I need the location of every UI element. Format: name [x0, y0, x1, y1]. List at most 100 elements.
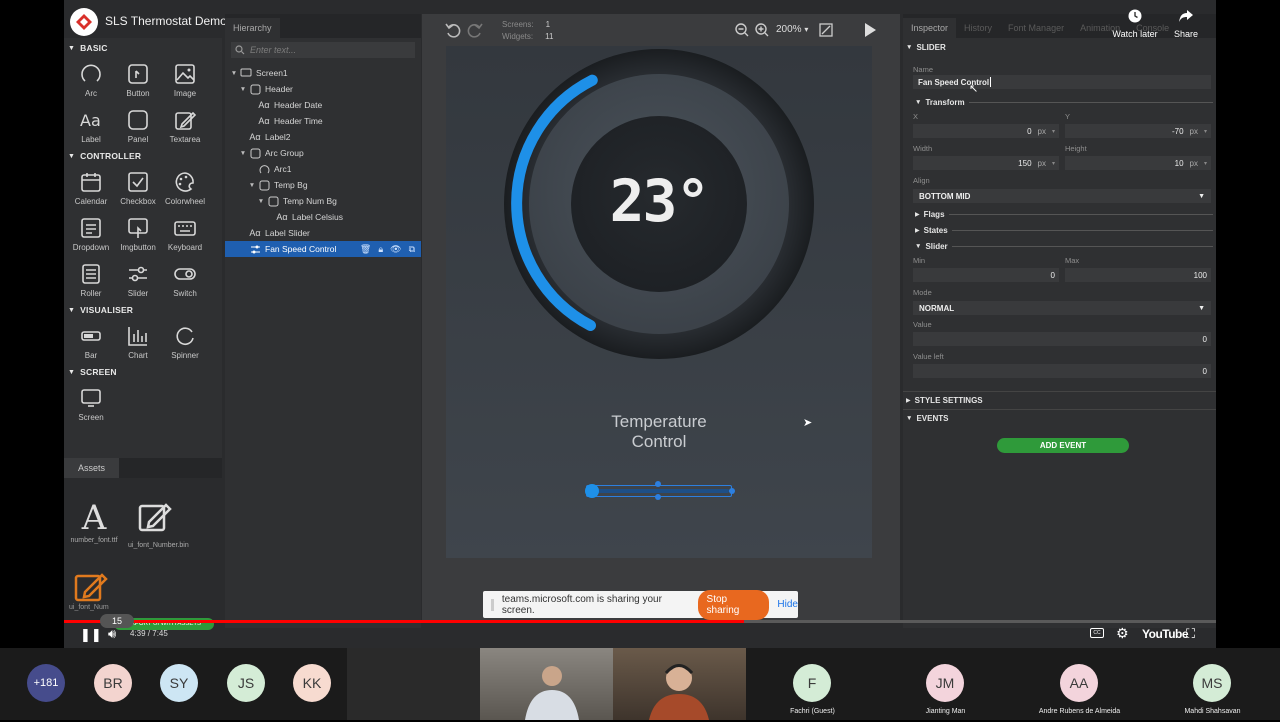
assets-tab[interactable]: Assets [64, 458, 120, 478]
hierarchy-search[interactable]: Enter text... [231, 42, 415, 58]
participant-avatar[interactable]: F [793, 664, 831, 702]
undo-icon[interactable] [444, 21, 462, 39]
widget-spinner[interactable]: Spinner [162, 318, 208, 364]
widget-bar[interactable]: Bar [68, 318, 114, 364]
widget-roller[interactable]: Roller [68, 256, 114, 302]
states-title[interactable]: States [924, 226, 948, 235]
value-left-field[interactable]: 0 [913, 364, 1211, 378]
participant-avatar[interactable]: KK [293, 664, 331, 702]
tree-node[interactable]: Aα Label Slider [225, 225, 421, 241]
tree-node[interactable]: ▼ Screen1 [225, 65, 421, 81]
widget-textarea[interactable]: Textarea [162, 102, 208, 148]
participant-avatar[interactable]: BR [94, 664, 132, 702]
transform-title[interactable]: Transform [925, 98, 964, 107]
watch-later-button[interactable]: Watch later [1110, 8, 1160, 39]
widget-image[interactable]: Image [162, 56, 208, 102]
widget-calendar[interactable]: Calendar [68, 164, 114, 210]
tree-node[interactable]: Fan Speed Control 🗑︎ 🔒︎ 👁︎ ⧉ [225, 241, 421, 257]
collapse-triangle-icon[interactable]: ▼ [238, 150, 248, 157]
captions-icon[interactable]: CC [1090, 628, 1104, 638]
collapse-triangle-icon[interactable]: ▼ [238, 86, 248, 93]
widget-screen[interactable]: Screen [68, 380, 114, 426]
video-title[interactable]: SLS Thermostat Demo [105, 14, 227, 28]
eye-icon[interactable]: 👁︎ [390, 244, 401, 255]
tree-node[interactable]: ▼ Header [225, 81, 421, 97]
skip-back-badge[interactable]: 15 [100, 614, 134, 628]
tree-node[interactable]: Aα Header Time [225, 113, 421, 129]
zoom-out-icon[interactable] [734, 22, 750, 38]
section-controller[interactable]: ▼ CONTROLLER [64, 148, 222, 164]
resize-handle-right[interactable] [729, 488, 735, 494]
flags-title[interactable]: Flags [924, 210, 945, 219]
resize-handle-bottom[interactable] [655, 494, 661, 500]
tree-node[interactable]: ▼ Arc Group [225, 145, 421, 161]
style-settings-title[interactable]: STYLE SETTINGS [915, 396, 983, 405]
stop-sharing-button[interactable]: Stop sharing [697, 589, 770, 620]
participant-avatar[interactable]: MS [1193, 664, 1231, 702]
section-screen[interactable]: ▼ SCREEN [64, 364, 222, 380]
tree-node[interactable]: ▼ Temp Bg [225, 177, 421, 193]
tree-node[interactable]: ▼ Temp Num Bg [225, 193, 421, 209]
widget-label[interactable]: Aa Label [68, 102, 114, 148]
inspector-tab-inspector[interactable]: Inspector [903, 18, 957, 38]
slider-section-title[interactable]: SLIDER [916, 43, 945, 52]
hierarchy-tab[interactable]: Hierarchy [225, 18, 280, 38]
participant-avatar[interactable]: SY [160, 664, 198, 702]
widget-slider[interactable]: Slider [115, 256, 161, 302]
add-event-button[interactable]: ADD EVENT [997, 438, 1129, 453]
height-field[interactable]: 10 px ▾ [1065, 156, 1211, 170]
temperature-readout[interactable]: 23° [596, 166, 722, 236]
x-field[interactable]: 0 px ▾ [913, 124, 1059, 138]
inspector-tab-font-manager[interactable]: Font Manager [1000, 18, 1072, 38]
collapse-triangle-icon[interactable]: ▼ [229, 70, 239, 77]
collapse-triangle-icon[interactable]: ▼ [247, 182, 257, 189]
widget-switch[interactable]: Switch [162, 256, 208, 302]
tree-node[interactable]: Aα Label2 [225, 129, 421, 145]
fan-speed-slider[interactable] [585, 481, 735, 500]
drag-handle-icon[interactable] [491, 598, 494, 611]
channel-logo[interactable] [70, 8, 98, 36]
participant-video-tile[interactable] [613, 648, 746, 720]
share-button[interactable]: Share [1168, 8, 1204, 39]
inspector-tab-history[interactable]: History [956, 18, 1000, 38]
width-field[interactable]: 150 px ▾ [913, 156, 1059, 170]
widget-chart[interactable]: Chart [115, 318, 161, 364]
participant-avatar[interactable]: AA [1060, 664, 1098, 702]
tree-node[interactable]: Aα Label Celsius [225, 209, 421, 225]
participant-avatar[interactable]: JM [926, 664, 964, 702]
play-icon[interactable] [862, 22, 878, 38]
section-visualiser[interactable]: ▼ VISUALISER [64, 302, 222, 318]
hide-button[interactable]: Hide [777, 599, 798, 610]
y-field[interactable]: -70 px ▾ [1065, 124, 1211, 138]
events-title[interactable]: EVENTS [916, 414, 948, 423]
widget-keyboard[interactable]: Keyboard [162, 210, 208, 256]
min-field[interactable]: 0 [913, 268, 1059, 282]
temperature-title[interactable]: Temperature Control [559, 412, 759, 452]
slider-knob[interactable] [585, 484, 599, 498]
widget-arc[interactable]: Arc [68, 56, 114, 102]
fullscreen-icon[interactable]: ⛶ [1186, 626, 1195, 642]
zoom-in-icon[interactable] [754, 22, 770, 38]
name-field[interactable]: Fan Speed Control [913, 75, 1211, 89]
section-basic[interactable]: ▼ BASIC [64, 40, 222, 56]
video-progress-bar[interactable] [64, 620, 1216, 623]
widget-colorwheel[interactable]: Colorwheel [162, 164, 208, 210]
widget-imgbutton[interactable]: Imgbutton [115, 210, 161, 256]
tree-node[interactable]: Arc1 [225, 161, 421, 177]
max-field[interactable]: 100 [1065, 268, 1211, 282]
redo-icon[interactable] [466, 21, 484, 39]
pause-icon[interactable]: ❚❚ [80, 627, 102, 643]
duplicate-icon[interactable]: ⧉ [409, 244, 415, 255]
asset-item[interactable]: A number_font.ttf [68, 498, 120, 550]
participant-avatar[interactable]: JS [227, 664, 265, 702]
tree-node[interactable]: Aα Header Date [225, 97, 421, 113]
youtube-logo[interactable]: YouTube [1142, 627, 1189, 641]
widget-button[interactable]: Button [115, 56, 161, 102]
widget-dropdown[interactable]: Dropdown [68, 210, 114, 256]
lock-icon[interactable]: 🔒︎ [378, 244, 383, 255]
mode-select[interactable]: NORMAL ▼ [913, 301, 1211, 315]
settings-gear-icon[interactable]: ⚙ [1116, 625, 1129, 642]
collapse-triangle-icon[interactable]: ▼ [256, 198, 266, 205]
resize-handle-top[interactable] [655, 481, 661, 487]
participant-avatar[interactable]: +181 [27, 664, 65, 702]
